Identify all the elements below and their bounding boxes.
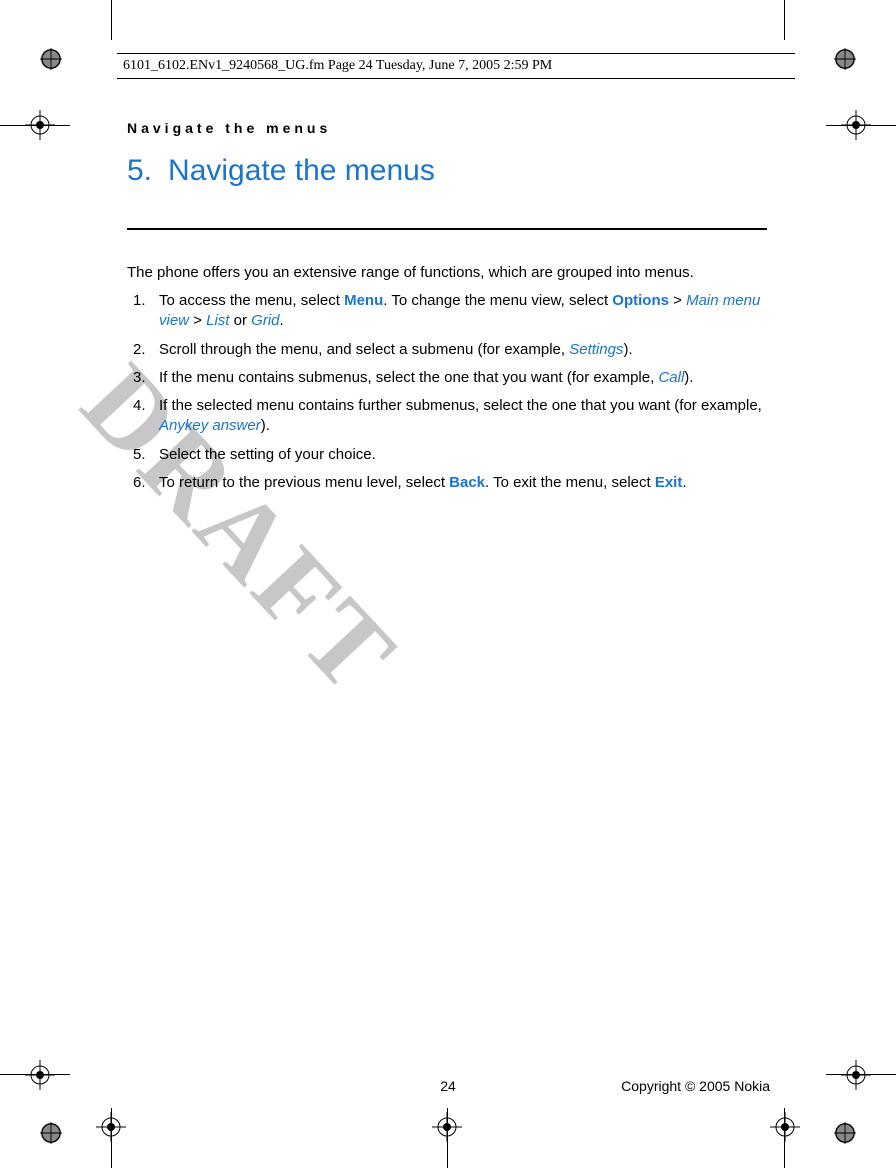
page-number: 24: [440, 1078, 456, 1094]
chapter-rule: [127, 228, 767, 230]
step-4: If the selected menu contains further su…: [133, 396, 767, 437]
step-5: Select the setting of your choice.: [133, 445, 767, 465]
header-text: 6101_6102.ENv1_9240568_UG.fm Page 24 Tue…: [123, 58, 552, 73]
chapter-number: 5.: [127, 154, 152, 187]
step-2: Scroll through the menu, and select a su…: [133, 340, 767, 360]
keyword-options: Options: [612, 292, 669, 309]
step-6: To return to the previous menu level, se…: [133, 473, 767, 493]
keyword-call: Call: [658, 369, 684, 386]
crop-line: [111, 0, 112, 40]
page-footer: 24 Copyright © 2005 Nokia: [0, 1078, 896, 1094]
registration-mark-icon: [834, 1122, 856, 1144]
running-head: Navigate the menus: [127, 120, 767, 136]
keyword-menu: Menu: [344, 292, 383, 309]
crop-target-icon: [770, 1112, 800, 1142]
step-3: If the menu contains submenus, select th…: [133, 368, 767, 388]
chapter-title-text: Navigate the menus: [168, 154, 435, 187]
step-1: To access the menu, select Menu. To chan…: [133, 291, 767, 332]
crop-line: [784, 0, 785, 40]
crop-line: [826, 1074, 896, 1075]
steps-list: To access the menu, select Menu. To chan…: [127, 291, 767, 493]
registration-mark-icon: [834, 48, 856, 70]
registration-mark-icon: [40, 1122, 62, 1144]
keyword-exit: Exit: [655, 474, 683, 491]
page-content: Navigate the menus 5.Navigate the menus …: [127, 120, 767, 501]
crop-line: [447, 1108, 448, 1168]
copyright-text: Copyright © 2005 Nokia: [621, 1078, 770, 1094]
keyword-back: Back: [449, 474, 485, 491]
registration-mark-icon: [40, 48, 62, 70]
crop-line: [784, 1108, 785, 1168]
crop-line: [826, 125, 896, 126]
intro-paragraph: The phone offers you an extensive range …: [127, 264, 767, 281]
document-header: 6101_6102.ENv1_9240568_UG.fm Page 24 Tue…: [117, 53, 795, 79]
chapter-title: 5. Navigate the menus: [127, 154, 767, 194]
keyword-settings: Settings: [569, 341, 623, 358]
crop-line: [0, 1074, 70, 1075]
keyword-list: List: [206, 312, 229, 329]
crop-line: [0, 125, 70, 126]
keyword-grid: Grid: [251, 312, 279, 329]
keyword-anykey-answer: Anykey answer: [159, 417, 261, 434]
crop-line: [111, 1108, 112, 1168]
